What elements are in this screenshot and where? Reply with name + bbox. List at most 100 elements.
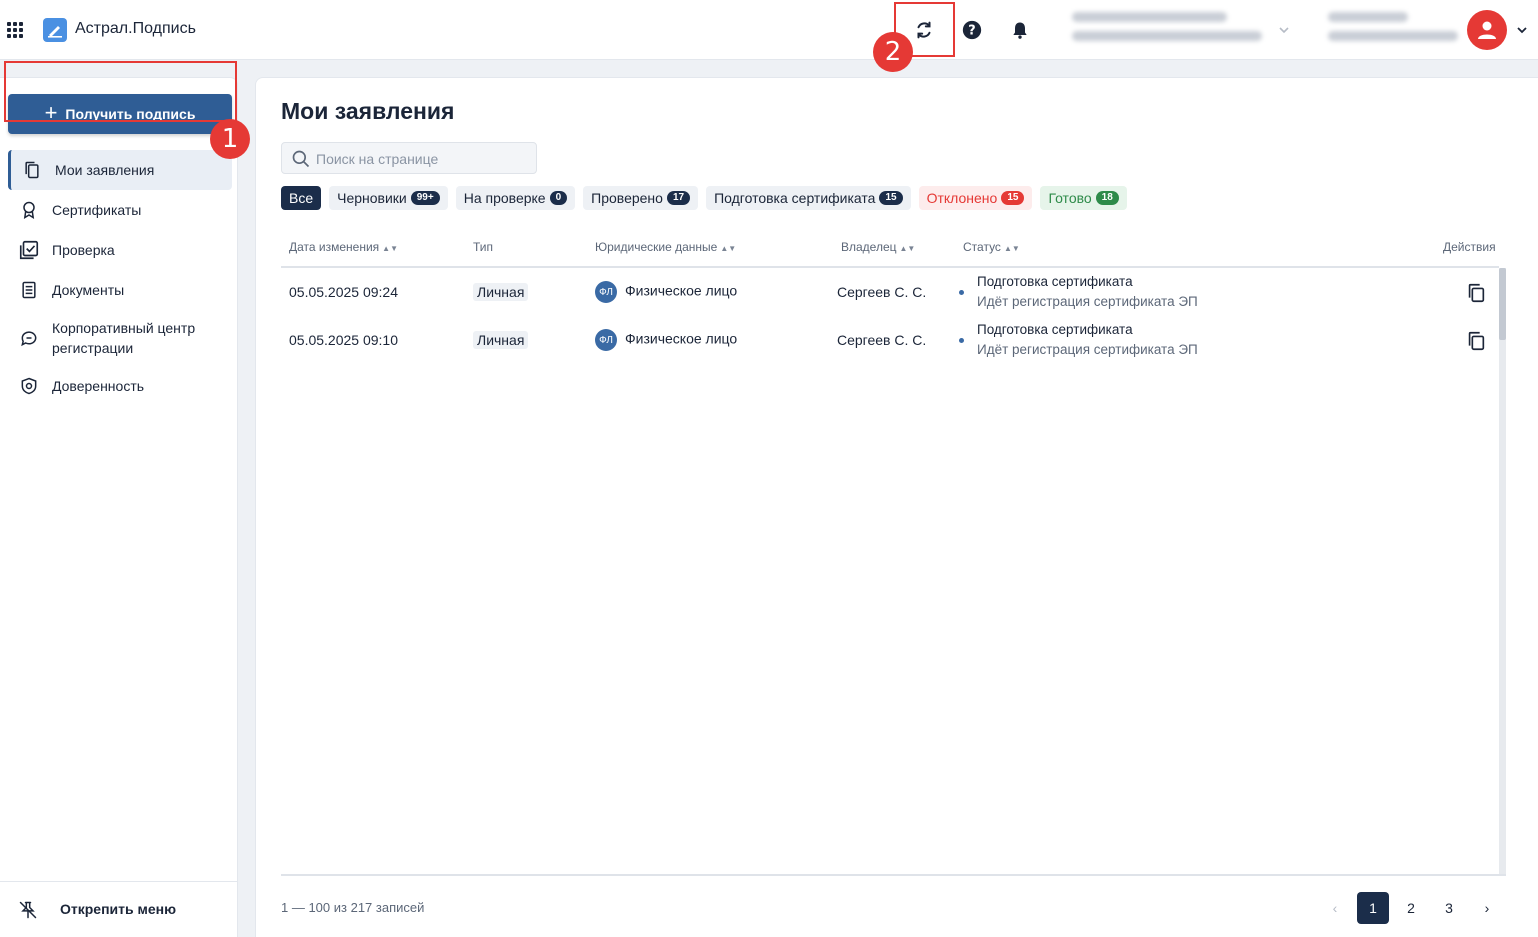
logo-icon [43,18,67,42]
annotation-marker-2: 2 [873,32,913,72]
filter-label: На проверке [463,190,546,206]
unpin-menu-label: Открепить меню [60,901,177,917]
column-owner[interactable]: Владелец ▲▼ [841,240,915,254]
search-icon [291,149,311,174]
table-scrollbar-thumb[interactable] [1499,268,1506,340]
column-label: Тип [473,240,494,254]
filter-count-badge: 15 [879,191,903,205]
bell-icon [1013,22,1027,39]
filter-count-badge: 99+ [410,191,440,205]
prev-page-button[interactable]: ‹ [1319,892,1351,924]
row-legal-label: Физическое лицо [625,330,738,347]
chevron-down-icon[interactable] [1278,24,1290,36]
sort-icon: ▲▼ [899,244,916,253]
copy-icon [1468,283,1485,303]
filter-drafts[interactable]: Черновики 99+ [329,186,448,210]
sidebar-item-label: Доверенность [52,378,145,394]
individual-badge: ФЛ [595,281,617,303]
page-1-button[interactable]: 1 [1357,892,1389,924]
sidebar-item-documents[interactable]: Документы [8,280,232,300]
award-icon [18,199,40,221]
sidebar-item-certificates[interactable]: Сертификаты [8,200,232,220]
row-date: 05.05.2025 09:24 [289,284,398,300]
column-status[interactable]: Статус ▲▼ [963,240,1020,254]
status-dot [959,290,964,295]
row-owner: Сергеев С. С. [837,284,927,300]
row-status-subtitle: Идёт регистрация сертификата ЭП [977,294,1198,309]
column-label: Юридические данные [595,240,718,254]
help-button[interactable]: ? [956,14,988,46]
sidebar: + Получить подпись Мои заявления Сертифи… [0,77,238,937]
column-actions: Действия [1443,240,1496,254]
svg-text:?: ? [968,24,975,39]
row-owner: Сергеев С. С. [837,332,927,348]
user-avatar-icon[interactable] [1467,10,1507,50]
app-title[interactable]: Астрал.Подпись [75,20,196,38]
apps-grid-icon[interactable] [7,22,23,38]
row-status-title: Подготовка сертификата [977,322,1133,337]
notifications-button[interactable] [1004,14,1036,46]
page-2-button[interactable]: 2 [1395,892,1427,924]
column-label: Владелец [841,240,897,254]
unpin-menu-button[interactable]: Открепить меню [0,881,238,931]
table-scrollbar[interactable] [1499,268,1506,875]
filter-count-badge: 0 [549,191,568,205]
user-info[interactable] [1328,12,1460,50]
filter-ready[interactable]: Готово 18 [1040,186,1127,210]
sort-icon: ▲▼ [1003,244,1020,253]
row-type-badge: Личная [473,331,529,349]
filter-label: Отклонено [926,190,998,206]
next-page-button[interactable]: › [1471,892,1503,924]
copy-button[interactable] [1465,330,1487,355]
table-row[interactable]: 05.05.2025 09:24 Личная ФЛ Физическое лиц… [281,270,1499,318]
filter-rejected[interactable]: Отклонено 15 [918,186,1033,210]
filter-label: Проверено [591,190,663,206]
sidebar-item-label: Корпоративный центр регистрации [52,320,196,356]
column-label: Дата изменения [289,240,380,254]
table-row[interactable]: 05.05.2025 09:10 Личная ФЛ Физическое лиц… [281,318,1499,366]
table-divider [281,874,1506,876]
sidebar-item-my-applications[interactable]: Мои заявления [8,150,232,190]
filter-certificate-preparation[interactable]: Подготовка сертификата 15 [706,186,911,210]
row-legal-data: ФЛ Физическое лицо [595,281,737,303]
pagination: ‹ 1 2 3 › [1319,892,1503,924]
organization-selector[interactable] [1072,12,1267,50]
chevron-down-icon[interactable] [1516,24,1528,36]
filter-all[interactable]: Все [281,186,322,210]
column-legal-data[interactable]: Юридические данные ▲▼ [595,240,736,254]
sort-icon: ▲▼ [720,244,737,253]
search-input[interactable] [316,149,526,169]
row-status-title: Подготовка сертификата [977,274,1133,289]
search-field[interactable] [281,142,537,174]
filter-label: Подготовка сертификата [714,190,876,206]
column-label: Действия [1443,240,1496,254]
row-legal-data: ФЛ Физическое лицо [595,329,737,351]
row-legal-label: Физическое лицо [625,282,738,299]
filter-count-badge: 18 [1095,191,1119,205]
row-status-subtitle: Идёт регистрация сертификата ЭП [977,342,1198,357]
check-square-icon [18,239,40,261]
top-bar: Астрал.Подпись ? [0,0,1538,60]
column-label: Статус [963,240,1001,254]
filter-checked[interactable]: Проверено 17 [583,186,699,210]
annotation-highlight-1 [4,61,237,122]
page-title: Мои заявления [281,98,455,124]
sidebar-item-verification[interactable]: Проверка [8,240,232,260]
column-type: Тип [473,240,493,254]
unpin-icon [18,900,38,925]
row-date: 05.05.2025 09:10 [289,332,398,348]
table-header: Дата изменения ▲▼ Тип Юридические данные ▲… [281,238,1499,268]
copy-button[interactable] [1465,282,1487,307]
copy-icon [1468,331,1485,351]
sidebar-item-label: Мои заявления [55,162,155,178]
status-filters: Все Черновики 99+ На проверке 0 Проверено 1… [281,186,1127,210]
page-3-button[interactable]: 3 [1433,892,1465,924]
sidebar-item-power-of-attorney[interactable]: Доверенность [8,376,232,396]
filter-on-review[interactable]: На проверке 0 [455,186,576,210]
column-date[interactable]: Дата изменения ▲▼ [289,240,398,254]
annotation-marker-1: 1 [210,119,250,159]
sort-icon: ▲▼ [382,244,399,253]
sidebar-item-corporate-center[interactable]: Корпоративный центр регистрации [8,318,232,358]
chat-icon [18,327,40,349]
sidebar-item-label: Сертификаты [52,202,142,218]
